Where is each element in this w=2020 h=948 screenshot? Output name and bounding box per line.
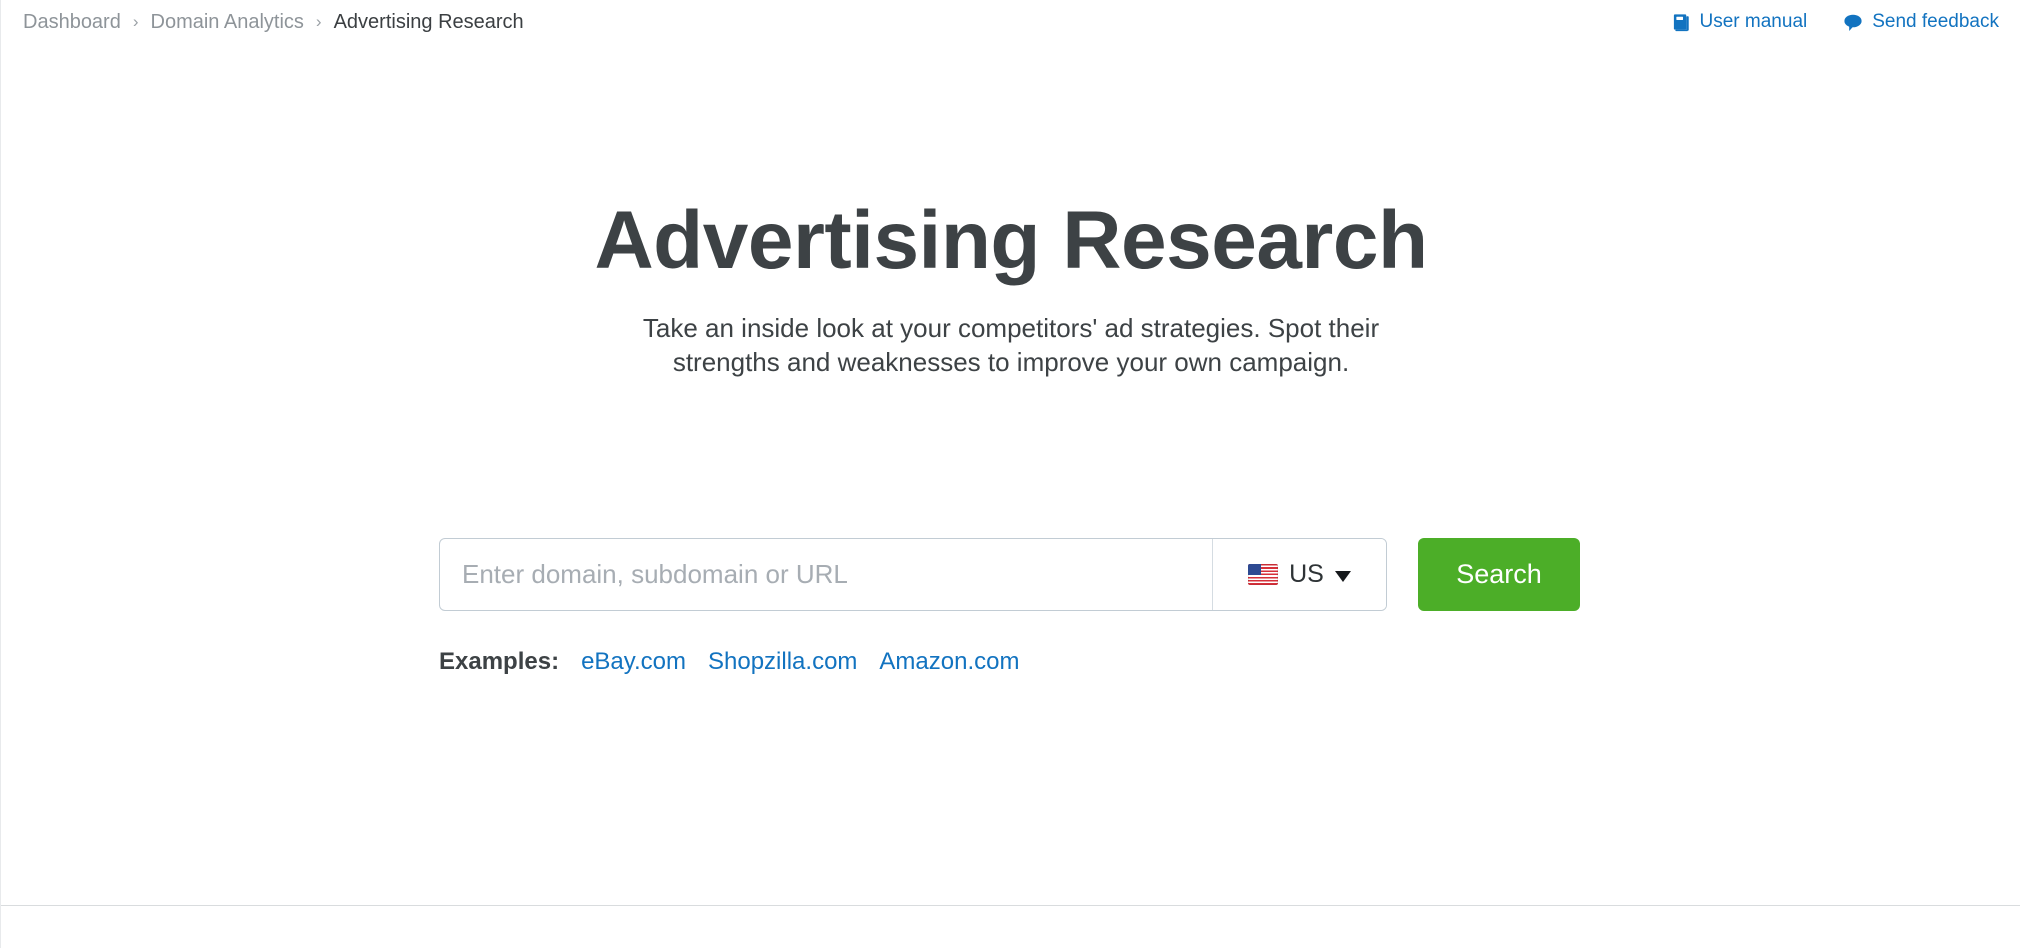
country-selector[interactable]: US: [1212, 539, 1386, 610]
chevron-down-icon: [1334, 571, 1351, 582]
search-input[interactable]: [440, 539, 1212, 610]
search-row: US Search: [439, 538, 1580, 611]
page-subtitle: Take an inside look at your competitors'…: [642, 313, 1380, 377]
example-link-amazon[interactable]: Amazon.com: [879, 648, 1019, 676]
hero-section: Advertising Research Take an inside look…: [1, 0, 2020, 380]
country-code-label: US: [1289, 560, 1324, 588]
example-link-ebay[interactable]: eBay.com: [581, 648, 686, 676]
page-title: Advertising Research: [594, 195, 1428, 286]
footer-divider: [1, 905, 2020, 906]
example-link-shopzilla[interactable]: Shopzilla.com: [708, 648, 857, 676]
us-flag-icon: [1248, 564, 1279, 585]
search-field-group: US: [439, 538, 1387, 611]
search-button[interactable]: Search: [1418, 538, 1580, 611]
examples-label: Examples:: [439, 648, 560, 675]
examples-row: Examples: eBay.com Shopzilla.com Amazon.…: [439, 648, 1019, 676]
advertising-research-page: Dashboard › Domain Analytics › Advertisi…: [0, 0, 2020, 948]
